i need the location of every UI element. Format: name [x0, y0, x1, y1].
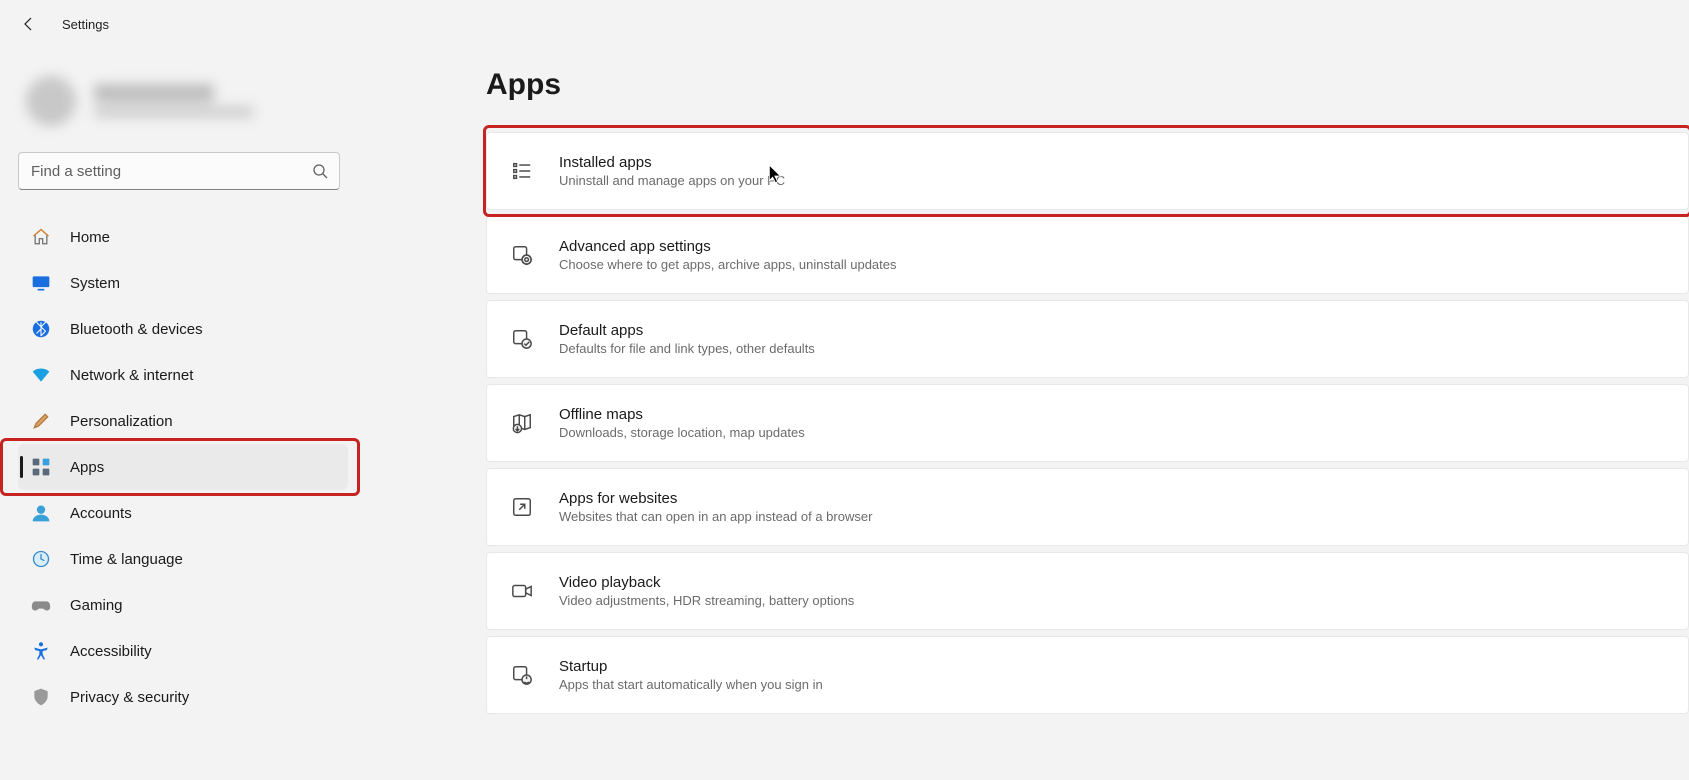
account-profile[interactable] — [26, 66, 348, 136]
open-app-icon — [509, 494, 535, 520]
sidebar-item-privacy[interactable]: Privacy & security — [18, 674, 348, 720]
map-download-icon — [509, 410, 535, 436]
sidebar-item-label: Bluetooth & devices — [70, 321, 203, 338]
sidebar-item-personalization[interactable]: Personalization — [18, 398, 348, 444]
card-subtitle: Apps that start automatically when you s… — [559, 677, 823, 692]
card-subtitle: Uninstall and manage apps on your PC — [559, 173, 785, 188]
card-subtitle: Downloads, storage location, map updates — [559, 425, 805, 440]
search-container — [18, 152, 340, 190]
nav-list: Home System Bluetooth & devices — [18, 214, 348, 720]
video-icon — [509, 578, 535, 604]
sidebar-item-label: Gaming — [70, 597, 123, 614]
sidebar-item-label: Network & internet — [70, 367, 193, 384]
sidebar-item-network[interactable]: Network & internet — [18, 352, 348, 398]
card-subtitle: Choose where to get apps, archive apps, … — [559, 257, 897, 272]
home-icon — [30, 226, 52, 248]
apps-icon — [30, 456, 52, 478]
card-title: Apps for websites — [559, 490, 872, 507]
sidebar-item-label: Time & language — [70, 551, 183, 568]
card-offline-maps[interactable]: Offline maps Downloads, storage location… — [486, 384, 1689, 462]
wifi-icon — [30, 364, 52, 386]
list-icon — [509, 158, 535, 184]
card-startup[interactable]: Startup Apps that start automatically wh… — [486, 636, 1689, 714]
titlebar: Settings — [0, 0, 1689, 48]
sidebar-item-bluetooth[interactable]: Bluetooth & devices — [18, 306, 348, 352]
card-title: Video playback — [559, 574, 854, 591]
sidebar-item-label: Accounts — [70, 505, 132, 522]
sidebar-item-accounts[interactable]: Accounts — [18, 490, 348, 536]
card-title: Installed apps — [559, 154, 785, 171]
sidebar-item-label: Home — [70, 229, 110, 246]
sidebar: Home System Bluetooth & devices — [0, 48, 360, 780]
search-input[interactable] — [18, 152, 340, 190]
sidebar-item-label: Accessibility — [70, 643, 152, 660]
sidebar-item-time[interactable]: Time & language — [18, 536, 348, 582]
person-icon — [30, 502, 52, 524]
accessibility-icon — [30, 640, 52, 662]
card-default-apps[interactable]: Default apps Defaults for file and link … — [486, 300, 1689, 378]
card-subtitle: Websites that can open in an app instead… — [559, 509, 872, 524]
page-title: Apps — [486, 68, 1689, 102]
clock-globe-icon — [30, 548, 52, 570]
sidebar-item-label: Apps — [70, 459, 104, 476]
window-title: Settings — [62, 17, 109, 32]
sidebar-item-system[interactable]: System — [18, 260, 348, 306]
card-apps-for-websites[interactable]: Apps for websites Websites that can open… — [486, 468, 1689, 546]
sidebar-item-accessibility[interactable]: Accessibility — [18, 628, 348, 674]
card-title: Offline maps — [559, 406, 805, 423]
startup-icon — [509, 662, 535, 688]
card-installed-apps[interactable]: Installed apps Uninstall and manage apps… — [486, 132, 1689, 210]
sidebar-item-label: System — [70, 275, 120, 292]
gamepad-icon — [30, 594, 52, 616]
sidebar-item-apps[interactable]: Apps — [18, 444, 348, 490]
bluetooth-icon — [30, 318, 52, 340]
back-button[interactable] — [20, 15, 38, 33]
search-icon — [312, 163, 328, 179]
card-subtitle: Video adjustments, HDR streaming, batter… — [559, 593, 854, 608]
card-video-playback[interactable]: Video playback Video adjustments, HDR st… — [486, 552, 1689, 630]
card-title: Startup — [559, 658, 823, 675]
sidebar-item-label: Personalization — [70, 413, 173, 430]
card-title: Default apps — [559, 322, 815, 339]
card-title: Advanced app settings — [559, 238, 897, 255]
sidebar-item-label: Privacy & security — [70, 689, 189, 706]
cards-list: Installed apps Uninstall and manage apps… — [486, 132, 1689, 714]
card-advanced-app-settings[interactable]: Advanced app settings Choose where to ge… — [486, 216, 1689, 294]
shield-icon — [30, 686, 52, 708]
avatar — [26, 76, 76, 126]
sidebar-item-home[interactable]: Home — [18, 214, 348, 260]
app-gear-icon — [509, 242, 535, 268]
sidebar-item-gaming[interactable]: Gaming — [18, 582, 348, 628]
card-subtitle: Defaults for file and link types, other … — [559, 341, 815, 356]
system-icon — [30, 272, 52, 294]
brush-icon — [30, 410, 52, 432]
main-content: Apps Installed apps Uninstall and manage… — [360, 48, 1689, 780]
app-check-icon — [509, 326, 535, 352]
